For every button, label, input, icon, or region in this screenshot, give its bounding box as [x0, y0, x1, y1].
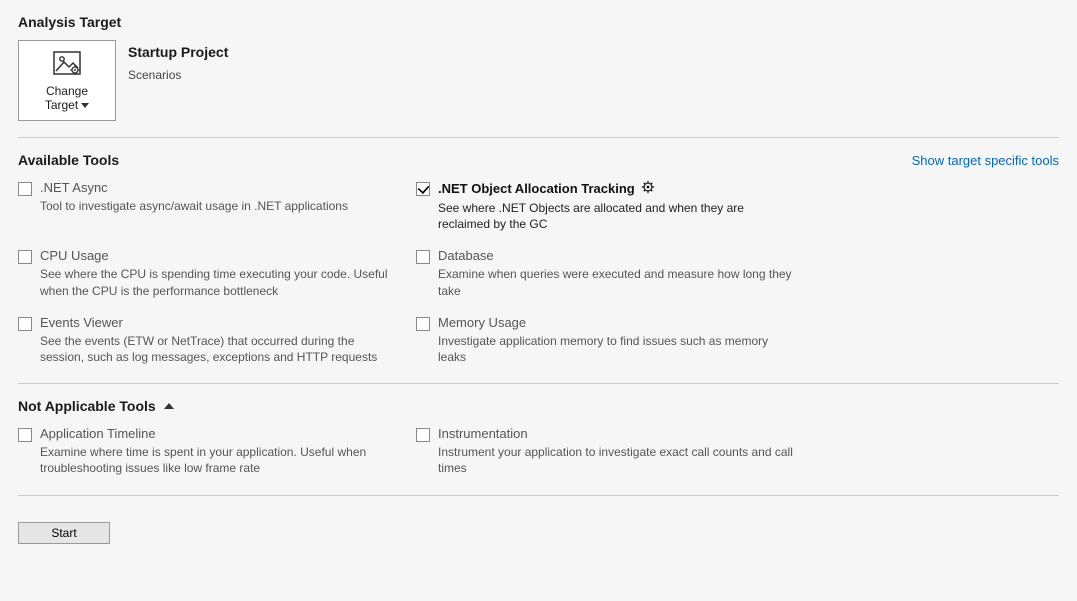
tool-application-timeline: Application Timeline Examine where time …: [18, 426, 398, 476]
tool-memory-usage-desc: Investigate application memory to find i…: [438, 333, 796, 365]
tool-cpu-usage-title: CPU Usage: [40, 248, 109, 263]
tool-net-object-alloc: .NET Object Allocation Tracking: [416, 180, 796, 232]
tool-application-timeline-checkbox[interactable]: [18, 428, 32, 442]
image-settings-icon: [53, 51, 81, 78]
tool-instrumentation-title: Instrumentation: [438, 426, 528, 441]
tool-instrumentation-desc: Instrument your application to investiga…: [438, 444, 796, 476]
tool-net-object-alloc-title: .NET Object Allocation Tracking: [438, 181, 635, 196]
tool-net-object-alloc-desc: See where .NET Objects are allocated and…: [438, 200, 796, 232]
project-title: Startup Project: [128, 44, 228, 60]
divider: [18, 495, 1059, 496]
available-tools-grid: .NET Async Tool to investigate async/awa…: [18, 180, 1059, 365]
change-target-label2-row: Target: [45, 98, 89, 112]
tool-application-timeline-desc: Examine where time is spent in your appl…: [40, 444, 398, 476]
tool-instrumentation-checkbox[interactable]: [416, 428, 430, 442]
analysis-target-heading: Analysis Target: [18, 14, 1059, 30]
tool-database-desc: Examine when queries were executed and m…: [438, 266, 796, 298]
tool-net-async-desc: Tool to investigate async/await usage in…: [40, 198, 398, 214]
not-applicable-tools-toggle[interactable]: Not Applicable Tools: [18, 398, 1059, 414]
tool-events-viewer-desc: See the events (ETW or NetTrace) that oc…: [40, 333, 398, 365]
tool-cpu-usage-desc: See where the CPU is spending time execu…: [40, 266, 398, 298]
tool-net-object-alloc-title-row: .NET Object Allocation Tracking: [438, 180, 655, 197]
tool-events-viewer-checkbox[interactable]: [18, 317, 32, 331]
tool-net-async: .NET Async Tool to investigate async/awa…: [18, 180, 398, 232]
change-target-label2: Target: [45, 98, 78, 112]
tool-cpu-usage-checkbox[interactable]: [18, 250, 32, 264]
tool-cpu-usage: CPU Usage See where the CPU is spending …: [18, 248, 398, 298]
tool-memory-usage: Memory Usage Investigate application mem…: [416, 315, 796, 365]
chevron-up-icon: [164, 403, 174, 409]
gear-icon[interactable]: [641, 180, 655, 197]
not-applicable-tools-grid: Application Timeline Examine where time …: [18, 426, 1059, 476]
tool-events-viewer-title: Events Viewer: [40, 315, 123, 330]
divider: [18, 383, 1059, 384]
tool-net-async-checkbox[interactable]: [18, 182, 32, 196]
tool-database-title: Database: [438, 248, 494, 263]
not-applicable-heading: Not Applicable Tools: [18, 398, 156, 414]
analysis-target-row: Change Target Startup Project Scenarios: [18, 40, 1059, 121]
tool-database-checkbox[interactable]: [416, 250, 430, 264]
chevron-down-icon: [81, 103, 89, 108]
available-tools-heading: Available Tools: [18, 152, 119, 168]
change-target-button[interactable]: Change Target: [18, 40, 116, 121]
tool-events-viewer: Events Viewer See the events (ETW or Net…: [18, 315, 398, 365]
project-subtitle: Scenarios: [128, 68, 228, 82]
show-target-specific-tools-link[interactable]: Show target specific tools: [912, 153, 1059, 168]
tool-net-object-alloc-checkbox[interactable]: [416, 182, 430, 196]
project-block: Startup Project Scenarios: [128, 40, 228, 82]
tool-memory-usage-checkbox[interactable]: [416, 317, 430, 331]
tool-net-async-title: .NET Async: [40, 180, 108, 195]
divider: [18, 137, 1059, 138]
tool-application-timeline-title: Application Timeline: [40, 426, 156, 441]
tool-database: Database Examine when queries were execu…: [416, 248, 796, 298]
start-button[interactable]: Start: [18, 522, 110, 544]
tool-memory-usage-title: Memory Usage: [438, 315, 526, 330]
tool-instrumentation: Instrumentation Instrument your applicat…: [416, 426, 796, 476]
change-target-label1: Change: [46, 84, 88, 98]
